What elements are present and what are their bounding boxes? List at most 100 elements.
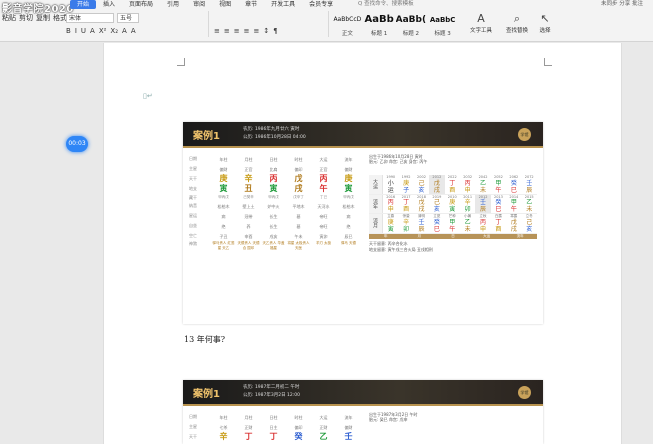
bazi-cell: 长生 [269,213,278,219]
luck-cell[interactable]: 2022 丁酉 [445,175,460,194]
format-button[interactable]: I [75,26,77,36]
paragraph-button[interactable]: ≡ [234,26,240,36]
tab-3[interactable]: 引用 [160,0,186,9]
luck-cell[interactable]: 2017 丁酉 [398,195,413,214]
luck-ganzhi-char: 辰 [526,186,533,194]
luck-cell[interactable]: 立冬己亥 [522,214,537,233]
select-label: 选择 [539,28,551,34]
paragraph-button[interactable]: ≡ [254,26,260,36]
recording-timer-badge[interactable]: 00:03 [66,136,88,152]
bazi-row-xingyun: 星运 病 冠带 长生 墓 帝旺 病 [189,211,364,221]
select-button[interactable]: ↖ 选择 [530,12,560,34]
format-button[interactable]: U [81,26,86,36]
luck-cell[interactable]: 小暑乙未 [460,214,475,233]
pillar-legend-cell: 流年 [516,233,524,238]
tab-6[interactable]: 章节 [238,0,264,9]
luck-cell[interactable]: 2019 己亥 [429,195,444,214]
luck-cell[interactable]: 2015 乙未 [522,195,537,214]
style-gallery: AaBbCcD 正文 AaBb 标题 1 AaBb(标题 2 AaBbC 标题 3 [332,11,458,39]
format-button[interactable]: B [66,26,71,36]
luck-cell[interactable]: 2016 丙申 [383,195,398,214]
luck-year: 2017 [401,194,411,199]
luck-ganzhi-char: 戊 [418,199,425,206]
tab-5[interactable]: 视图 [212,0,238,9]
share-area[interactable]: 未同步 分享 批注 [601,0,643,9]
luck-cell[interactable]: 立春庚寅 [383,214,398,233]
bazi-cell: 戌 [294,184,303,193]
luck-cell[interactable]: 2062 癸巳 [506,175,521,194]
luck-year: 1990 [386,175,396,179]
luck-cell[interactable]: 2011 辛卯 [460,195,475,214]
style-name: 标题 1 [371,31,388,37]
style-item[interactable]: AaBbC 标题 3 [427,11,458,39]
command-search-input[interactable]: Q 查找命令、搜索模板 [358,0,458,9]
luck-cell[interactable]: 2013 癸巳 [491,195,506,214]
luck-cell[interactable]: 2072 壬辰 [522,175,537,194]
luck-cell[interactable]: 2010 庚寅 [445,195,460,214]
panel-section-label: 流年 [369,194,383,213]
luck-cell[interactable]: 白露丁酉 [491,214,506,233]
format-button[interactable]: X² [99,26,107,36]
tab-0[interactable]: 开始 [70,0,97,9]
cut-button[interactable]: 剪切 [19,13,33,23]
paragraph-button[interactable]: ≡ [214,26,220,36]
birth-info-line: 胎元: 乙卯 命宫: 己亥 身宫: 丙午 [369,159,428,164]
luck-ganzhi-char: 己 [526,218,533,226]
style-item[interactable]: AaBbCcD 正文 [332,11,363,39]
luck-cell[interactable]: 1992 庚子 [398,175,413,194]
paragraph-button[interactable]: ≡ [224,26,230,36]
bazi-cell: 平地木 [292,203,305,209]
ribbon-tabs: 开始 插入 页面布局 引用 审阅 视图 章节 开发工具 会员专享 [70,0,340,9]
luck-cell[interactable]: 2018 戊戌 [414,195,429,214]
bazi-chart-image-1[interactable]: 案例1 农历: 1986年九月廿六 寅时 公历: 1986年10月28日 04:… [183,122,543,324]
bazi-cell: 日柱 [269,414,278,420]
luck-cell[interactable]: 惊蛰辛卯 [398,214,413,233]
luck-cell[interactable]: 2014 甲午 [506,195,521,214]
luck-ganzhi-char: 申 [387,206,394,213]
paragraph-button[interactable]: ↕ [263,26,269,36]
luck-year: 2012 [478,194,488,199]
luck-ganzhi-char: 癸 [433,218,440,226]
luck-cell[interactable]: 1990 小运 [383,175,398,194]
paragraph-button[interactable]: ¶ [273,26,277,36]
bazi-cell: 养 [246,223,251,229]
text-tool-button[interactable]: A 文字工具 [466,12,496,34]
find-replace-button[interactable]: ⌕ 查找替换 [502,12,532,34]
bazi-cell: 甲丙戊 [218,194,229,199]
luck-cell[interactable]: 立夏癸巳 [429,214,444,233]
font-size-select[interactable]: 五号 [117,13,139,23]
format-button[interactable]: A [122,26,127,36]
format-button[interactable]: A [131,26,136,36]
tab-7[interactable]: 开发工具 [264,0,302,9]
luck-cell[interactable]: 立秋丙申 [475,214,490,233]
luck-cell[interactable]: 芒种甲午 [445,214,460,233]
luck-cell[interactable]: 2052 甲午 [491,175,506,194]
luck-cell[interactable]: 2012 壬辰 [475,194,491,213]
format-button[interactable]: X₂ [110,26,118,36]
luck-cell[interactable]: 2002 己亥 [414,175,429,194]
luck-cell[interactable]: 2012 戊戌 [429,175,445,194]
style-item[interactable]: AaBb 标题 1 [364,11,395,39]
luck-cell[interactable]: 清明壬辰 [414,214,429,233]
tab-1[interactable]: 插入 [96,0,122,9]
luck-cell[interactable]: 寒露戊戌 [506,214,521,233]
tab-4[interactable]: 审阅 [186,0,212,9]
luck-year: 2015 [524,194,534,199]
tab-8[interactable]: 会员专享 [302,0,340,9]
row-label: 神煞 [189,241,197,246]
question-text[interactable]: 13 年何事? [184,334,225,345]
style-item[interactable]: AaBb(标题 2 [396,11,427,39]
paste-button[interactable]: 粘贴 [2,13,16,23]
luck-year: 2011 [463,194,473,199]
format-buttons: B I U A X² X₂ A A [66,26,136,36]
format-button[interactable]: A [90,26,95,36]
copy-button[interactable]: 复制 [36,13,50,23]
luck-cell[interactable]: 2032 丙申 [460,175,475,194]
luck-cell[interactable]: 2042 乙未 [475,175,490,194]
tab-2[interactable]: 页面布局 [122,0,160,9]
bazi-cell: 驿马贵人 红鸾星 天乙 [212,241,235,250]
paragraph-button[interactable]: ≡ [244,26,250,36]
font-name-select[interactable]: 宋体 [66,13,114,23]
bazi-chart-image-2[interactable]: 案例1 农历: 1987年二月初二 午时 公历: 1987年3月2日 12:00… [183,380,543,444]
luck-ganzhi-char: 丙 [387,199,394,206]
